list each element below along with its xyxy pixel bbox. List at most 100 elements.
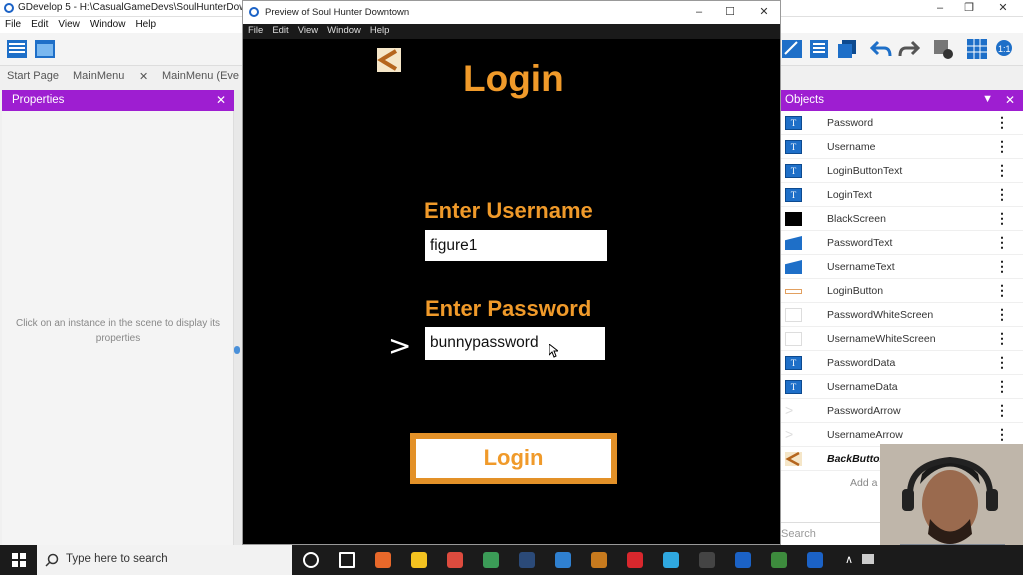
- preview-menu-window[interactable]: Window: [322, 24, 365, 36]
- object-menu-icon[interactable]: ⋮: [995, 330, 1009, 347]
- scene-window-icon[interactable]: [34, 38, 56, 60]
- minimize-button[interactable]: –: [925, 0, 955, 17]
- menu-file[interactable]: File: [0, 17, 26, 32]
- object-row[interactable]: T UsernameData ⋮: [781, 375, 1023, 399]
- gdevelop-preview-icon: [249, 7, 259, 17]
- windows-start-icon[interactable]: [12, 553, 26, 567]
- object-menu-icon[interactable]: ⋮: [995, 258, 1009, 275]
- object-row[interactable]: T LoginText ⋮: [781, 183, 1023, 207]
- gdevelop-active-icon[interactable]: [807, 552, 823, 568]
- objects-close-icon[interactable]: ✕: [1005, 93, 1015, 107]
- gdevelop-icon[interactable]: [735, 552, 751, 568]
- object-row[interactable]: PasswordText ⋮: [781, 231, 1023, 255]
- undo-icon[interactable]: [870, 38, 892, 60]
- menu-help[interactable]: Help: [130, 17, 161, 32]
- tab-close-icon[interactable]: ✕: [139, 70, 148, 83]
- object-row[interactable]: > PasswordArrow ⋮: [781, 399, 1023, 423]
- properties-hint: Click on an instance in the scene to dis…: [16, 318, 220, 344]
- grid-icon[interactable]: [966, 38, 988, 60]
- login-button-face: Login: [416, 439, 611, 478]
- delete-icon[interactable]: [932, 38, 954, 60]
- menu-window[interactable]: Window: [85, 17, 131, 32]
- object-row[interactable]: T Username ⋮: [781, 135, 1023, 159]
- object-menu-icon[interactable]: ⋮: [995, 138, 1009, 155]
- object-name: LoginText: [827, 189, 872, 201]
- obs-studio-icon[interactable]: [699, 552, 715, 568]
- object-name: LoginButtonText: [827, 165, 903, 177]
- edit-objects-icon[interactable]: [781, 38, 803, 60]
- object-row[interactable]: T Password ⋮: [781, 111, 1023, 135]
- login-button-label: Login: [483, 445, 544, 470]
- object-menu-icon[interactable]: ⋮: [995, 162, 1009, 179]
- object-row[interactable]: UsernameText ⋮: [781, 255, 1023, 279]
- object-menu-icon[interactable]: ⋮: [995, 210, 1009, 227]
- restore-button[interactable]: ❐: [954, 0, 984, 17]
- object-row[interactable]: UsernameWhiteScreen ⋮: [781, 327, 1023, 351]
- object-name: UsernameWhiteScreen: [827, 333, 936, 345]
- preview-close-button[interactable]: ✕: [749, 4, 779, 21]
- object-row[interactable]: BlackScreen ⋮: [781, 207, 1023, 231]
- preview-minimize-button[interactable]: –: [684, 4, 714, 21]
- panel-splitter[interactable]: [234, 90, 242, 545]
- menu-edit[interactable]: Edit: [26, 17, 53, 32]
- edge-icon[interactable]: [663, 552, 679, 568]
- tab-mainmenu[interactable]: MainMenu: [73, 70, 124, 82]
- username-field[interactable]: figure1: [425, 230, 607, 261]
- object-menu-icon[interactable]: ⋮: [995, 378, 1009, 395]
- tab-start-page[interactable]: Start Page: [7, 70, 59, 82]
- object-menu-icon[interactable]: ⋮: [995, 234, 1009, 251]
- preview-menu-help[interactable]: Help: [365, 24, 394, 36]
- taskbar-search-box[interactable]: Type here to search: [37, 545, 292, 575]
- textedit-object-icon: [785, 236, 802, 250]
- object-menu-icon[interactable]: ⋮: [995, 426, 1009, 443]
- preview-maximize-button[interactable]: ☐: [715, 4, 745, 21]
- layers-icon[interactable]: [836, 38, 858, 60]
- tray-chevron-icon[interactable]: ∧: [845, 553, 853, 566]
- preview-menu-file[interactable]: File: [243, 24, 267, 36]
- properties-close-icon[interactable]: ✕: [216, 93, 226, 107]
- zoom-reset-icon[interactable]: 1:1: [994, 38, 1016, 60]
- object-menu-icon[interactable]: ⋮: [995, 402, 1009, 419]
- opera-icon[interactable]: [627, 552, 643, 568]
- tray-app-icon[interactable]: [862, 554, 874, 564]
- task-view-icon[interactable]: [339, 552, 355, 568]
- properties-title: Properties: [12, 94, 65, 106]
- object-menu-icon[interactable]: ⋮: [995, 306, 1009, 323]
- object-name: PasswordData: [827, 357, 896, 369]
- chrome-alt-icon[interactable]: [483, 552, 499, 568]
- object-menu-icon[interactable]: ⋮: [995, 354, 1009, 371]
- firefox-icon[interactable]: [375, 552, 391, 568]
- object-menu-icon[interactable]: ⋮: [995, 282, 1009, 299]
- close-button[interactable]: ✕: [988, 0, 1018, 17]
- object-name: LoginButton: [827, 285, 884, 297]
- preview-title: Preview of Soul Hunter Downtown: [265, 7, 410, 18]
- search-icon: [45, 553, 59, 567]
- project-manager-icon[interactable]: [6, 38, 28, 60]
- login-button[interactable]: Login: [410, 433, 617, 484]
- splitter-handle[interactable]: [234, 346, 240, 354]
- chrome-icon[interactable]: [447, 552, 463, 568]
- obs-icon[interactable]: [519, 552, 535, 568]
- back-button[interactable]: [377, 48, 401, 72]
- preview-menu-view[interactable]: View: [293, 24, 322, 36]
- object-row[interactable]: LoginButton ⋮: [781, 279, 1023, 303]
- add-object-link[interactable]: Add a: [850, 477, 877, 489]
- object-groups-icon[interactable]: [808, 38, 830, 60]
- object-row[interactable]: T PasswordData ⋮: [781, 351, 1023, 375]
- tab-mainmenu-events[interactable]: MainMenu (Eve: [162, 70, 239, 82]
- gear-app-icon[interactable]: [591, 552, 607, 568]
- file-explorer-icon[interactable]: [411, 552, 427, 568]
- password-field[interactable]: bunnypassword: [425, 327, 605, 360]
- cortana-icon[interactable]: [303, 552, 319, 568]
- app-icon[interactable]: [555, 552, 571, 568]
- object-name: PasswordWhiteScreen: [827, 309, 934, 321]
- menu-view[interactable]: View: [53, 17, 85, 32]
- notepad-icon[interactable]: [771, 552, 787, 568]
- filter-icon[interactable]: ▼: [982, 93, 993, 105]
- object-menu-icon[interactable]: ⋮: [995, 186, 1009, 203]
- redo-icon[interactable]: [898, 38, 920, 60]
- object-row[interactable]: PasswordWhiteScreen ⋮: [781, 303, 1023, 327]
- preview-menu-edit[interactable]: Edit: [267, 24, 292, 36]
- object-row[interactable]: T LoginButtonText ⋮: [781, 159, 1023, 183]
- object-menu-icon[interactable]: ⋮: [995, 114, 1009, 131]
